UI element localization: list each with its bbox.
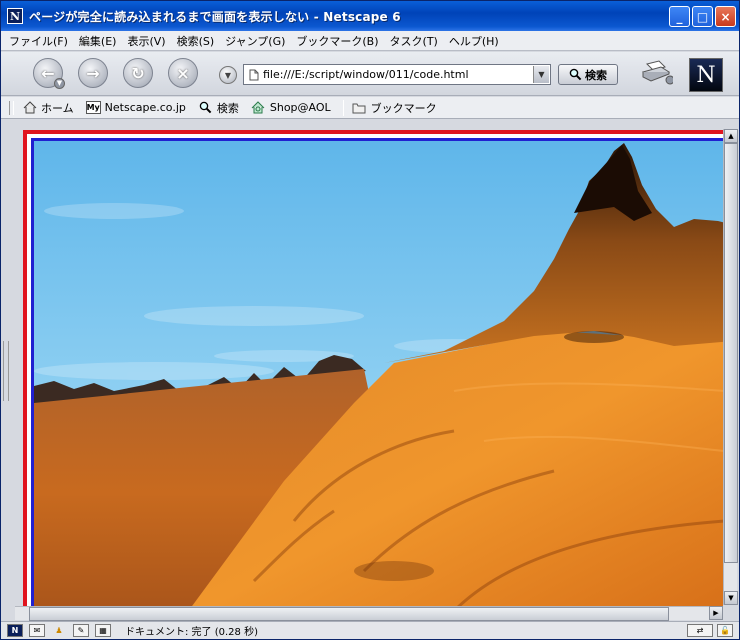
toolbar-separator [342,99,344,116]
maximize-button[interactable]: □ [692,6,713,27]
bookmark-search-label: 検索 [216,101,239,115]
bookmark-shop-label: Shop@AOL [269,101,331,114]
forward-arrow-icon: → [86,63,100,83]
bookmarks-folder[interactable]: ブックマーク [352,100,437,116]
terrain-image [31,138,723,606]
menu-bar: ファイル(F) 編集(E) 表示(V) 検索(S) ジャンプ(G) ブックマーク… [1,31,739,51]
bookmark-home[interactable]: ホーム [22,100,74,116]
bookmark-search[interactable]: 検索 [198,100,239,116]
scroll-right-arrow-icon[interactable]: ▶ [709,606,723,620]
scroll-up-arrow-icon[interactable]: ▲ [724,129,738,143]
my-icon: My [85,101,101,114]
status-text: ドキュメント: 完了 (0.28 秒) [125,627,258,638]
instant-messenger-icon[interactable]: ♟ [51,624,67,637]
horizontal-scroll-thumb[interactable] [29,607,669,621]
vertical-scroll-thumb[interactable] [724,143,738,563]
menu-help[interactable]: ヘルプ(H) [449,33,499,49]
url-bar[interactable]: file:///E:/script/window/011/code.html ▼ [243,64,551,85]
close-button[interactable]: × [715,6,736,27]
window-title: ページが完全に読み込まれるまで画面を表示しない - Netscape 6 [29,9,401,24]
forward-button[interactable]: → [78,58,108,88]
netscape-app-icon[interactable]: N [7,8,23,24]
shop-icon [251,101,266,114]
menu-go[interactable]: ジャンプ(G) [225,33,285,49]
reload-button[interactable]: ↻ [123,58,153,88]
printer-icon [641,60,675,85]
search-button-label: 検索 [585,68,607,82]
home-icon [22,101,37,114]
bookmarks-folder-label: ブックマーク [370,101,437,115]
bookmark-netscape-label: Netscape.co.jp [104,101,186,114]
menu-file[interactable]: ファイル(F) [9,33,68,49]
composer-icon[interactable]: ✎ [73,624,89,637]
bookmark-netscape-co-jp[interactable]: My Netscape.co.jp [85,101,186,114]
bookmark-home-label: ホーム [41,101,74,115]
title-bar[interactable]: N ページが完全に読み込まれるまで画面を表示しない - Netscape 6 _… [1,1,739,31]
content-area [13,120,739,620]
navigation-toolbar: ← ▼ → ↻ × ▼ file:///E:/script/window/011… [1,52,739,96]
mail-icon[interactable]: ✉ [29,624,45,637]
reload-icon: ↻ [131,63,145,83]
minimize-button[interactable]: _ [669,6,690,27]
netscape-logo[interactable]: N [689,58,723,92]
security-lock-icon[interactable]: 🔓 [717,624,733,637]
page-file-icon [247,68,261,82]
online-status-icon[interactable]: ⇄ [687,624,713,637]
stop-button[interactable]: × [168,58,198,88]
stop-icon: × [176,63,190,83]
terrain-scene [34,141,723,606]
browser-window: N ページが完全に読み込まれるまで画面を表示しない - Netscape 6 _… [0,0,740,640]
print-button[interactable] [641,60,675,86]
back-history-dropdown-icon[interactable]: ▼ [54,78,65,89]
vertical-scrollbar[interactable]: ▲ ▼ [723,129,738,605]
url-dropdown-arrow-icon[interactable]: ▼ [533,66,549,83]
menu-view[interactable]: 表示(V) [127,33,165,49]
personal-toolbar: ホーム My Netscape.co.jp 検索 Shop@AOL ブックマーク [1,97,739,119]
menu-edit[interactable]: 編集(E) [79,33,117,49]
status-bar: N ✉ ♟ ✎ ▦ ドキュメント: 完了 (0.28 秒) ⇄ 🔓 [1,621,739,639]
menu-search[interactable]: 検索(S) [177,33,215,49]
toolbar-grip[interactable] [9,100,14,115]
menu-tasks[interactable]: タスク(T) [390,33,438,49]
search-icon [198,101,213,114]
scroll-down-arrow-icon[interactable]: ▼ [724,591,738,605]
web-page [23,130,723,606]
magnifier-icon [569,68,582,81]
back-button[interactable]: ← ▼ [33,58,65,89]
url-input[interactable]: file:///E:/script/window/011/code.html [263,68,533,81]
menu-bookmarks[interactable]: ブックマーク(B) [296,33,378,49]
horizontal-scrollbar[interactable] [15,606,723,621]
address-book-icon[interactable]: ▦ [95,624,111,637]
bookmark-shop-aol[interactable]: Shop@AOL [251,101,331,114]
folder-icon [352,101,367,114]
sidebar-grip[interactable] [3,341,9,401]
navigator-icon[interactable]: N [7,624,23,637]
back-arrow-icon: ← [41,63,55,83]
search-button[interactable]: 検索 [558,64,618,85]
url-history-dropdown-icon[interactable]: ▼ [219,66,237,84]
